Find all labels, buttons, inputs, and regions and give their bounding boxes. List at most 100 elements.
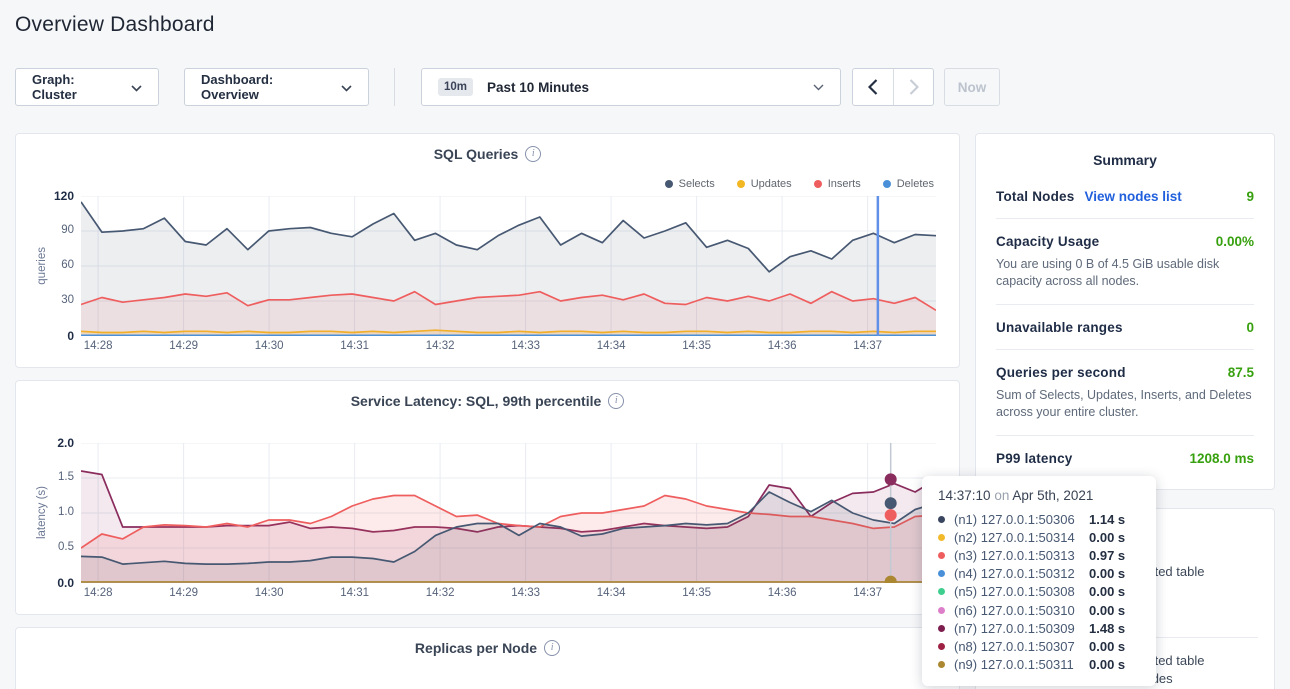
view-nodes-list-link[interactable]: View nodes list	[1084, 189, 1181, 204]
x-tick-label: 14:36	[760, 587, 804, 599]
x-tick-label: 14:30	[247, 587, 291, 599]
node-latency-value: 0.00 s	[1089, 657, 1125, 672]
line-chart-plot[interactable]	[81, 196, 936, 336]
node-color-dot	[938, 661, 945, 668]
summary-value: 0	[1246, 320, 1254, 335]
node-color-dot	[938, 570, 945, 577]
x-tick-label: 14:34	[589, 587, 633, 599]
node-color-dot	[938, 625, 945, 632]
node-color-dot	[938, 516, 945, 523]
toolbar: Graph: Cluster Dashboard: Overview 10m P…	[15, 68, 1000, 106]
legend-color-dot	[883, 180, 891, 188]
summary-label: Capacity Usage	[996, 234, 1099, 249]
time-range-dropdown[interactable]: 10m Past 10 Minutes	[421, 68, 841, 106]
summary-description: Sum of Selects, Updates, Inserts, and De…	[996, 387, 1254, 421]
tooltip-node-row: (n7) 127.0.0.1:503091.48 s	[938, 619, 1140, 637]
legend-color-dot	[814, 180, 822, 188]
x-tick-label: 14:32	[418, 587, 462, 599]
node-color-dot	[938, 588, 945, 595]
x-tick-label: 14:35	[675, 587, 719, 599]
tooltip-node-row: (n6) 127.0.0.1:503100.00 s	[938, 601, 1140, 619]
legend-item-updates[interactable]: Updates	[737, 178, 792, 190]
node-address: (n3) 127.0.0.1:50313	[954, 548, 1089, 563]
latency-chart-card: Service Latency: SQL, 99th percentile i …	[15, 380, 960, 615]
y-tick-label: 2.0	[36, 436, 74, 450]
now-button[interactable]: Now	[944, 68, 1000, 106]
legend-label: Inserts	[828, 178, 861, 190]
node-address: (n6) 127.0.0.1:50310	[954, 603, 1089, 618]
x-tick-label: 14:30	[247, 340, 291, 352]
x-tick-label: 14:28	[76, 587, 120, 599]
legend-label: Selects	[679, 178, 715, 190]
node-latency-value: 1.14 s	[1089, 512, 1125, 527]
chevron-down-icon	[813, 78, 824, 96]
info-icon[interactable]: i	[608, 393, 624, 409]
node-color-dot	[938, 643, 945, 650]
dashboard-dropdown[interactable]: Dashboard: Overview	[184, 68, 369, 106]
time-next-button[interactable]	[893, 69, 933, 105]
node-latency-value: 0.00 s	[1089, 566, 1125, 581]
summary-panel: Summary Total Nodes View nodes list 9 Ca…	[975, 133, 1275, 490]
x-tick-label: 14:36	[760, 340, 804, 352]
x-tick-label: 14:32	[418, 340, 462, 352]
chart-legend: Selects Updates Inserts Deletes	[665, 178, 934, 190]
node-address: (n2) 127.0.0.1:50314	[954, 530, 1089, 545]
tooltip-node-row: (n2) 127.0.0.1:503140.00 s	[938, 528, 1140, 546]
summary-value: 1208.0 ms	[1189, 451, 1254, 466]
replicas-chart-card: Replicas per Node i	[15, 627, 960, 689]
x-tick-label: 14:37	[846, 587, 890, 599]
chart-hover-tooltip: 14:37:10 on Apr 5th, 2021 (n1) 127.0.0.1…	[922, 476, 1156, 686]
summary-row-p99: P99 latency 1208.0 ms	[996, 436, 1254, 480]
tooltip-node-row: (n8) 127.0.0.1:503070.00 s	[938, 637, 1140, 655]
legend-item-selects[interactable]: Selects	[665, 178, 715, 190]
y-tick-label: 0	[36, 329, 74, 343]
x-tick-label: 14:37	[846, 340, 890, 352]
summary-label: Total Nodes	[996, 189, 1074, 204]
x-tick-label: 14:33	[504, 340, 548, 352]
page-title: Overview Dashboard	[15, 13, 215, 37]
sql-queries-chart-card: SQL Queries i SelectsUpdatesInsertsDelet…	[15, 133, 960, 368]
tooltip-node-row: (n5) 127.0.0.1:503080.00 s	[938, 583, 1140, 601]
graph-dropdown[interactable]: Graph: Cluster	[15, 68, 159, 106]
line-chart-plot[interactable]	[81, 443, 936, 583]
toolbar-divider	[394, 68, 395, 106]
legend-color-dot	[665, 180, 673, 188]
x-tick-label: 14:29	[162, 340, 206, 352]
summary-value: 9	[1246, 189, 1254, 204]
tooltip-timestamp: 14:37:10 on Apr 5th, 2021	[938, 488, 1140, 503]
legend-label: Updates	[751, 178, 792, 190]
node-address: (n4) 127.0.0.1:50312	[954, 566, 1089, 581]
legend-item-deletes[interactable]: Deletes	[883, 178, 934, 190]
tooltip-node-row: (n3) 127.0.0.1:503130.97 s	[938, 546, 1140, 564]
node-latency-value: 0.97 s	[1089, 548, 1125, 563]
node-address: (n9) 127.0.0.1:50311	[954, 657, 1089, 672]
y-tick-label: 1.0	[36, 506, 74, 518]
node-color-dot	[938, 607, 945, 614]
tooltip-rows: (n1) 127.0.0.1:503061.14 s(n2) 127.0.0.1…	[938, 510, 1140, 674]
time-prev-button[interactable]	[853, 69, 893, 105]
y-tick-label: 0.5	[36, 541, 74, 553]
node-latency-value: 0.00 s	[1089, 584, 1125, 599]
x-tick-label: 14:31	[333, 340, 377, 352]
tooltip-node-row: (n4) 127.0.0.1:503120.00 s	[938, 565, 1140, 583]
legend-item-inserts[interactable]: Inserts	[814, 178, 861, 190]
chevron-down-icon	[131, 80, 142, 95]
line-chart	[81, 196, 936, 336]
chart-title: Service Latency: SQL, 99th percentile	[351, 393, 602, 409]
y-tick-label: 0.0	[36, 576, 74, 590]
summary-label: P99 latency	[996, 451, 1073, 466]
y-tick-label: 60	[36, 259, 74, 271]
legend-color-dot	[737, 180, 745, 188]
info-icon[interactable]: i	[544, 640, 560, 656]
summary-row-total-nodes: Total Nodes View nodes list 9	[996, 174, 1254, 219]
node-address: (n7) 127.0.0.1:50309	[954, 621, 1089, 636]
legend-label: Deletes	[897, 178, 934, 190]
node-latency-value: 1.48 s	[1089, 621, 1125, 636]
node-latency-value: 0.00 s	[1089, 530, 1125, 545]
y-tick-label: 30	[36, 294, 74, 306]
node-address: (n5) 127.0.0.1:50308	[954, 584, 1089, 599]
x-tick-label: 14:35	[675, 340, 719, 352]
y-tick-label: 120	[36, 189, 74, 203]
x-tick-label: 14:34	[589, 340, 633, 352]
info-icon[interactable]: i	[525, 146, 541, 162]
